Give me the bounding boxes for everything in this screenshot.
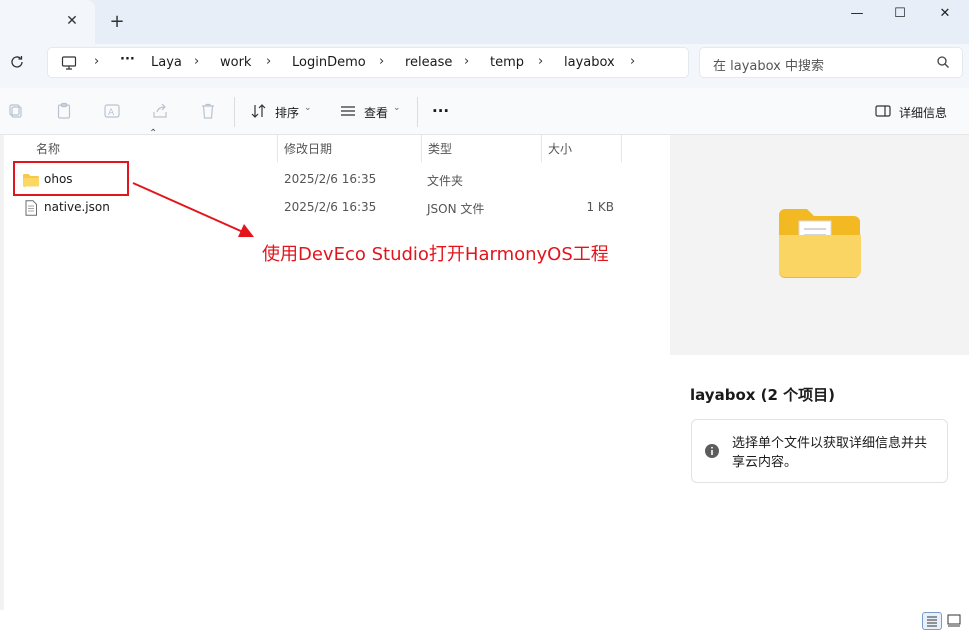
details-info-card: 选择单个文件以获取详细信息并共享云内容。 [691, 419, 948, 483]
chevron-right-icon: › [379, 54, 385, 69]
close-tab-icon[interactable]: ✕ [64, 13, 80, 29]
svg-text:A: A [108, 108, 115, 118]
scroll-gutter [0, 135, 4, 610]
chevron-right-icon: › [464, 54, 470, 69]
details-button[interactable]: 详细信息 [899, 104, 947, 121]
details-pane-icon[interactable] [874, 102, 892, 120]
title-bar: ✕ + — ☐ ✕ [0, 0, 969, 44]
share-icon[interactable] [151, 102, 169, 120]
details-view-icon[interactable] [922, 612, 942, 630]
column-divider[interactable] [277, 135, 278, 162]
search-placeholder: 在 layabox 中搜索 [713, 59, 825, 74]
view-button[interactable]: 查看 [364, 104, 388, 121]
breadcrumb-item[interactable]: work [220, 55, 251, 70]
preview-area [670, 135, 969, 355]
file-name[interactable]: native.json [44, 200, 110, 214]
column-divider[interactable] [421, 135, 422, 162]
file-type: 文件夹 [427, 174, 464, 188]
paste-icon[interactable] [55, 102, 73, 120]
column-divider[interactable] [621, 135, 622, 162]
large-folder-icon [777, 207, 863, 279]
close-window-button[interactable]: ✕ [930, 4, 960, 24]
annotation-highlight-box [13, 161, 129, 196]
search-input[interactable]: 在 layabox 中搜索 [699, 47, 963, 78]
chevron-right-icon: › [94, 54, 100, 69]
status-bar [0, 610, 969, 632]
file-modified: 2025/2/6 16:35 [284, 200, 377, 214]
chevron-down-icon[interactable]: ⌄ [393, 103, 401, 113]
sort-up-icon: ⌃ [149, 128, 158, 139]
new-tab-button[interactable]: + [108, 12, 126, 32]
this-pc-icon[interactable] [61, 55, 77, 71]
column-header-type[interactable]: 类型 [428, 140, 452, 157]
search-icon[interactable] [936, 55, 950, 69]
view-icon[interactable] [339, 102, 357, 120]
breadcrumb-overflow[interactable]: ··· [120, 52, 135, 67]
chevron-down-icon[interactable]: ⌄ [304, 103, 312, 113]
column-divider[interactable] [541, 135, 542, 162]
chevron-right-icon: › [630, 54, 636, 69]
breadcrumb-item[interactable]: LoginDemo [292, 55, 366, 70]
breadcrumb-item[interactable]: release [405, 55, 452, 70]
maximize-button[interactable]: ☐ [885, 4, 915, 24]
breadcrumb-item[interactable]: temp [490, 55, 524, 70]
minimize-button[interactable]: — [842, 4, 872, 24]
annotation-text: 使用DevEco Studio打开HarmonyOS工程 [262, 244, 609, 265]
file-size: 1 KB [586, 200, 614, 214]
delete-icon[interactable] [199, 102, 217, 120]
file-type: JSON 文件 [427, 202, 485, 216]
active-tab[interactable]: ✕ [0, 0, 95, 44]
toolbar-divider [234, 97, 235, 127]
sort-icon[interactable] [250, 102, 268, 120]
file-modified: 2025/2/6 16:35 [284, 172, 377, 186]
refresh-icon[interactable] [8, 54, 26, 72]
copy-icon[interactable] [7, 102, 25, 120]
info-icon [704, 443, 720, 459]
navigation-bar: › ··· Laya › work › LoginDemo › release … [0, 44, 969, 88]
column-header-name[interactable]: 名称 [36, 140, 60, 157]
column-header-modified[interactable]: 修改日期 [284, 140, 332, 157]
column-header-size[interactable]: 大小 [548, 140, 572, 157]
command-bar: A 排序 ⌄ 查看 ⌄ ··· 详细信息 [0, 88, 969, 135]
breadcrumb-item[interactable]: layabox [564, 55, 615, 70]
file-row[interactable]: native.json 2025/2/6 16:35 JSON 文件 1 KB [14, 195, 664, 221]
tiles-view-icon[interactable] [945, 612, 965, 630]
address-bar[interactable]: › ··· Laya › work › LoginDemo › release … [47, 47, 689, 78]
toolbar-divider [417, 97, 418, 127]
chevron-right-icon: › [194, 54, 200, 69]
sort-button[interactable]: 排序 [275, 104, 299, 121]
details-title: layabox (2 个项目) [690, 386, 836, 404]
rename-icon[interactable]: A [103, 102, 121, 120]
chevron-right-icon: › [266, 54, 272, 69]
more-options-button[interactable]: ··· [432, 102, 449, 120]
breadcrumb-item[interactable]: Laya [151, 55, 182, 70]
details-info-text: 选择单个文件以获取详细信息并共享云内容。 [732, 436, 928, 470]
document-icon [22, 200, 40, 216]
chevron-right-icon: › [538, 54, 544, 69]
